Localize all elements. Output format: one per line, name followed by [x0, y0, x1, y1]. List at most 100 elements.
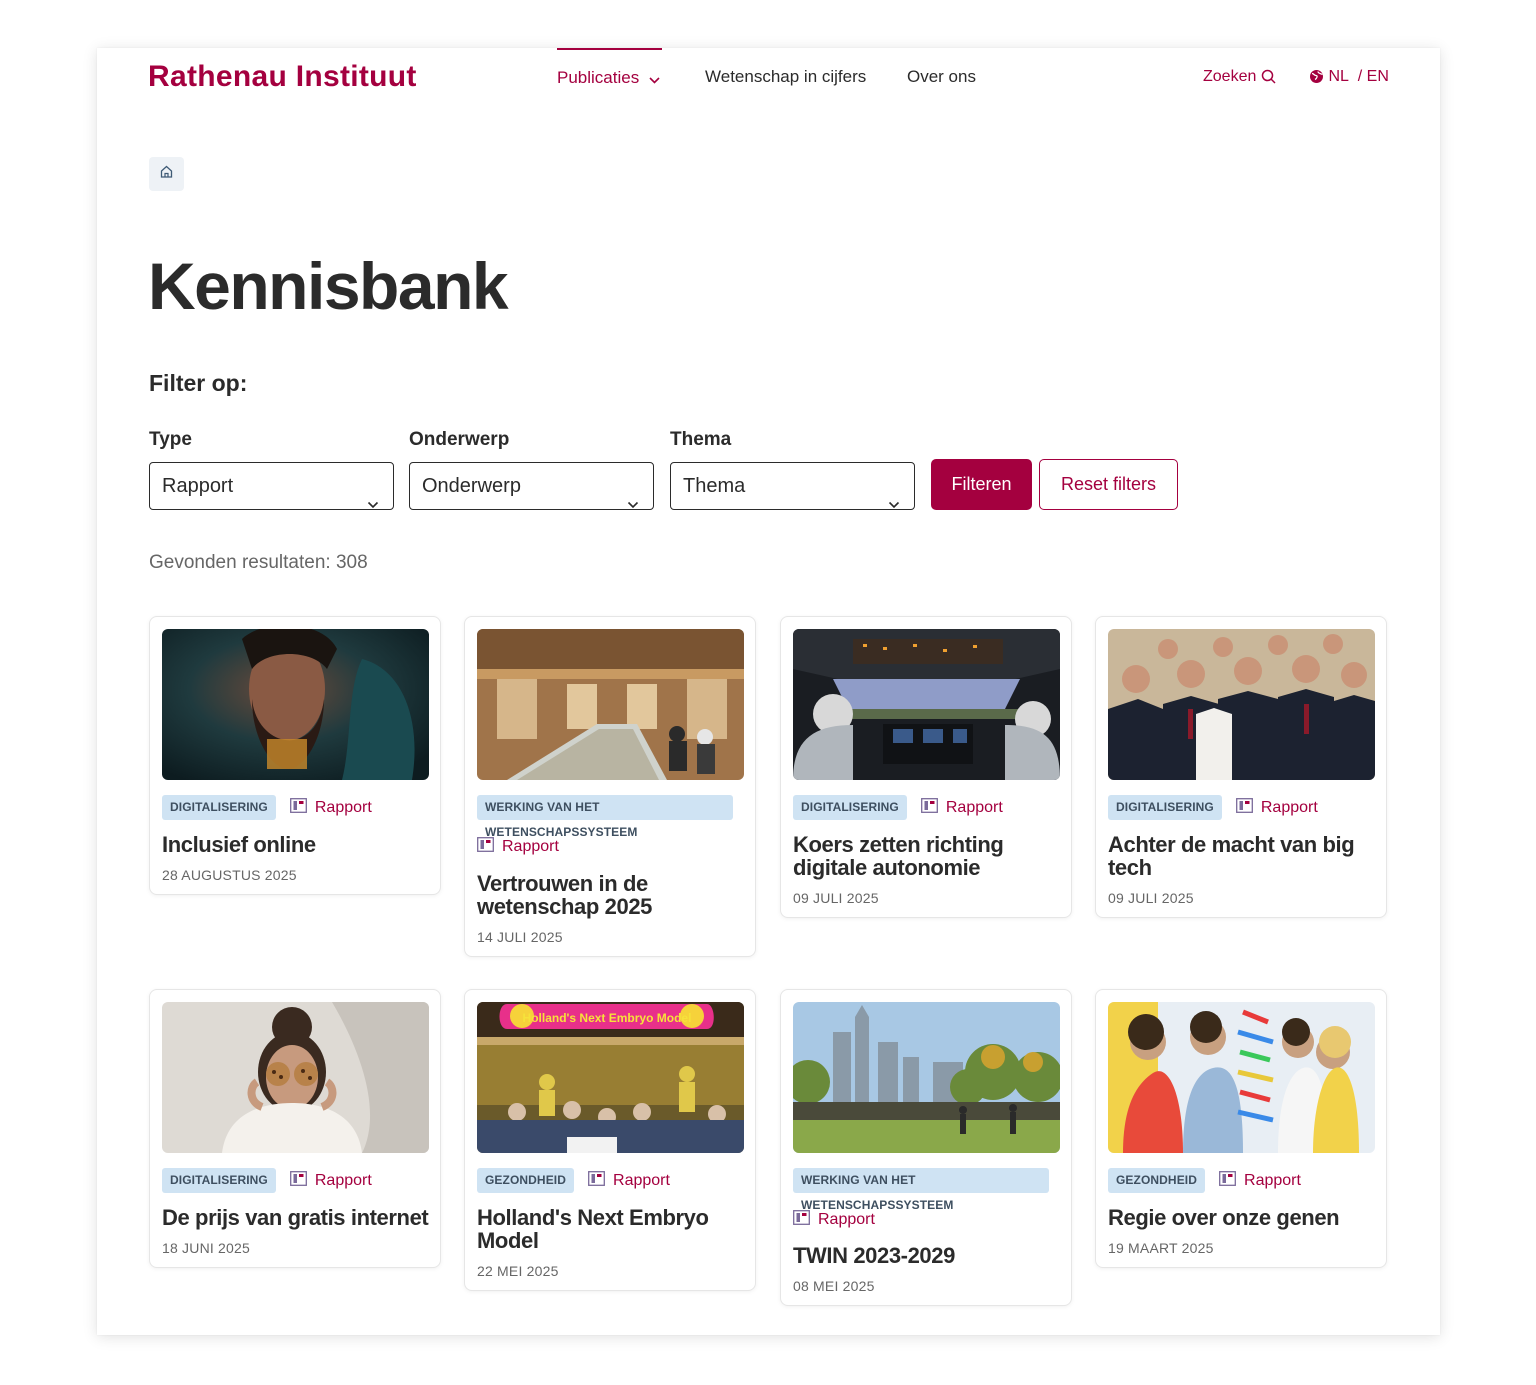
lang-en-link[interactable]: / EN: [1358, 68, 1389, 85]
topic-tag[interactable]: DIGITALISERING: [162, 1168, 276, 1193]
publication-type: Rapport: [588, 1168, 670, 1193]
reset-filters-button[interactable]: Reset filters: [1039, 459, 1178, 510]
topic-tag[interactable]: WERKING VAN HET WETENSCHAPSSYSTEEM: [477, 795, 733, 839]
report-icon: [793, 1209, 810, 1230]
publication-card[interactable]: WERKING VAN HET WETENSCHAPSSYSTEEM Rappo…: [464, 616, 756, 957]
publication-type: Rapport: [920, 795, 1003, 820]
breadcrumb-home-button[interactable]: [149, 157, 184, 191]
results-count: Gevonden resultaten: 308: [149, 552, 368, 573]
card-meta: DIGITALISERING Rapport: [162, 1168, 432, 1193]
card-image-tech-executives: [1108, 629, 1375, 780]
site-logo[interactable]: Rathenau Instituut: [148, 60, 417, 94]
card-meta: GEZONDHEID Rapport: [1108, 1168, 1378, 1193]
publication-type: Rapport: [1235, 795, 1318, 820]
card-title[interactable]: Holland's Next Embryo Model: [477, 1206, 747, 1252]
card-meta: WERKING VAN HET WETENSCHAPSSYSTEEM Rappo…: [477, 795, 747, 859]
language-switch: NL / EN: [1309, 48, 1389, 108]
card-title[interactable]: De prijs van gratis internet: [162, 1206, 432, 1229]
publication-type-label: Rapport: [314, 798, 372, 816]
publication-type: Rapport: [477, 834, 559, 859]
card-title[interactable]: Regie over onze genen: [1108, 1206, 1378, 1229]
card-image-woman-cookies: [162, 1002, 429, 1153]
publication-type: Rapport: [793, 1207, 875, 1232]
card-image-children-dna: [1108, 1002, 1375, 1153]
card-title[interactable]: Achter de macht van big tech: [1108, 833, 1378, 879]
publication-type-label: Rapport: [1260, 798, 1318, 816]
topic-tag[interactable]: GEZONDHEID: [1108, 1168, 1206, 1193]
report-icon: [1235, 797, 1253, 818]
filter-onderwerp-value: Onderwerp: [422, 475, 521, 497]
card-title[interactable]: TWIN 2023-2029: [793, 1244, 1063, 1267]
card-date: 08 MEI 2025: [793, 1278, 875, 1294]
publication-type: Rapport: [289, 1168, 372, 1193]
filter-type-label: Type: [149, 429, 192, 450]
publication-card[interactable]: Holland's Next Embryo Model GEZONDHEID R…: [464, 989, 756, 1291]
card-meta: DIGITALISERING Rapport: [162, 795, 432, 820]
card-image-cockpit: [793, 629, 1060, 780]
publication-type-label: Rapport: [613, 1171, 670, 1189]
home-icon: [160, 165, 173, 183]
card-meta: GEZONDHEID Rapport: [477, 1168, 747, 1193]
publication-card[interactable]: GEZONDHEID Rapport Regie over onze genen…: [1095, 989, 1387, 1268]
globe-icon: [1309, 68, 1324, 85]
chevron-down-icon: [627, 480, 639, 526]
report-icon: [588, 1170, 605, 1191]
topic-tag[interactable]: DIGITALISERING: [162, 795, 276, 820]
filter-onderwerp-label: Onderwerp: [409, 429, 510, 450]
topic-tag[interactable]: DIGITALISERING: [1108, 795, 1222, 820]
filter-thema-label: Thema: [670, 429, 732, 450]
page-title: Kennisbank: [148, 249, 509, 323]
card-meta: WERKING VAN HET WETENSCHAPSSYSTEEM Rappo…: [793, 1168, 1063, 1232]
card-title[interactable]: Vertrouwen in de wetenschap 2025: [477, 872, 747, 918]
filter-heading: Filter op:: [149, 370, 248, 396]
card-date: 09 JULI 2025: [1108, 890, 1194, 906]
card-date: 09 JULI 2025: [793, 890, 879, 906]
card-image-man-face: [162, 629, 429, 780]
publication-type-label: Rapport: [945, 798, 1003, 816]
search-button[interactable]: Zoeken: [1203, 48, 1276, 108]
search-icon: [1261, 68, 1276, 85]
report-icon: [289, 797, 307, 818]
card-meta: DIGITALISERING Rapport: [1108, 795, 1378, 820]
filter-thema-select[interactable]: Thema: [670, 462, 915, 510]
publication-type-label: Rapport: [818, 1210, 875, 1228]
publication-type-label: Rapport: [502, 837, 559, 855]
topic-tag[interactable]: WERKING VAN HET WETENSCHAPSSYSTEEM: [793, 1168, 1049, 1212]
chevron-down-icon: [888, 480, 900, 526]
page-container: Rathenau Instituut Publicaties Wetenscha…: [97, 48, 1440, 1335]
topic-tag[interactable]: DIGITALISERING: [793, 795, 907, 820]
lang-nl-link[interactable]: NL: [1328, 68, 1348, 85]
chevron-down-icon: [367, 480, 379, 526]
publication-type-label: Rapport: [314, 1171, 372, 1189]
card-title[interactable]: Koers zetten richting digitale autonomie: [793, 833, 1063, 879]
card-image-city-skyline: [793, 1002, 1060, 1153]
card-date: 19 MAART 2025: [1108, 1240, 1214, 1256]
publication-card[interactable]: DIGITALISERING Rapport Koers zetten rich…: [780, 616, 1072, 918]
filter-onderwerp-select[interactable]: Onderwerp: [409, 462, 654, 510]
nav-publicaties[interactable]: Publicaties: [557, 48, 663, 108]
report-icon: [920, 797, 938, 818]
publication-card[interactable]: DIGITALISERING Rapport De prijs van grat…: [149, 989, 441, 1268]
filter-type-value: Rapport: [162, 475, 234, 497]
topic-tag[interactable]: GEZONDHEID: [477, 1168, 575, 1193]
card-title[interactable]: Inclusief online: [162, 833, 432, 856]
card-date: 22 MEI 2025: [477, 1263, 559, 1279]
card-date: 18 JUNI 2025: [162, 1240, 251, 1256]
image-banner-text: Holland's Next Embryo Model: [523, 1011, 692, 1025]
nav-wetenschap-in-cijfers[interactable]: Wetenschap in cijfers: [705, 48, 866, 108]
report-icon: [1219, 1170, 1236, 1191]
chevron-down-icon: [649, 51, 660, 107]
publication-card[interactable]: WERKING VAN HET WETENSCHAPSSYSTEEM Rappo…: [780, 989, 1072, 1306]
publication-type-label: Rapport: [1244, 1171, 1301, 1189]
nav-over-ons[interactable]: Over ons: [907, 48, 976, 108]
publication-card[interactable]: DIGITALISERING Rapport Inclusief online …: [149, 616, 441, 895]
publication-card[interactable]: DIGITALISERING Rapport Achter de macht v…: [1095, 616, 1387, 918]
filter-button[interactable]: Filteren: [931, 459, 1032, 510]
filter-type-select[interactable]: Rapport: [149, 462, 394, 510]
card-image-embryo-event: Holland's Next Embryo Model: [477, 1002, 744, 1153]
filter-thema-value: Thema: [683, 475, 746, 497]
card-date: 14 JULI 2025: [477, 929, 563, 945]
card-image-museum-hall: [477, 629, 744, 780]
nav-publicaties-label: Publicaties: [557, 68, 640, 87]
publication-type: Rapport: [1219, 1168, 1301, 1193]
